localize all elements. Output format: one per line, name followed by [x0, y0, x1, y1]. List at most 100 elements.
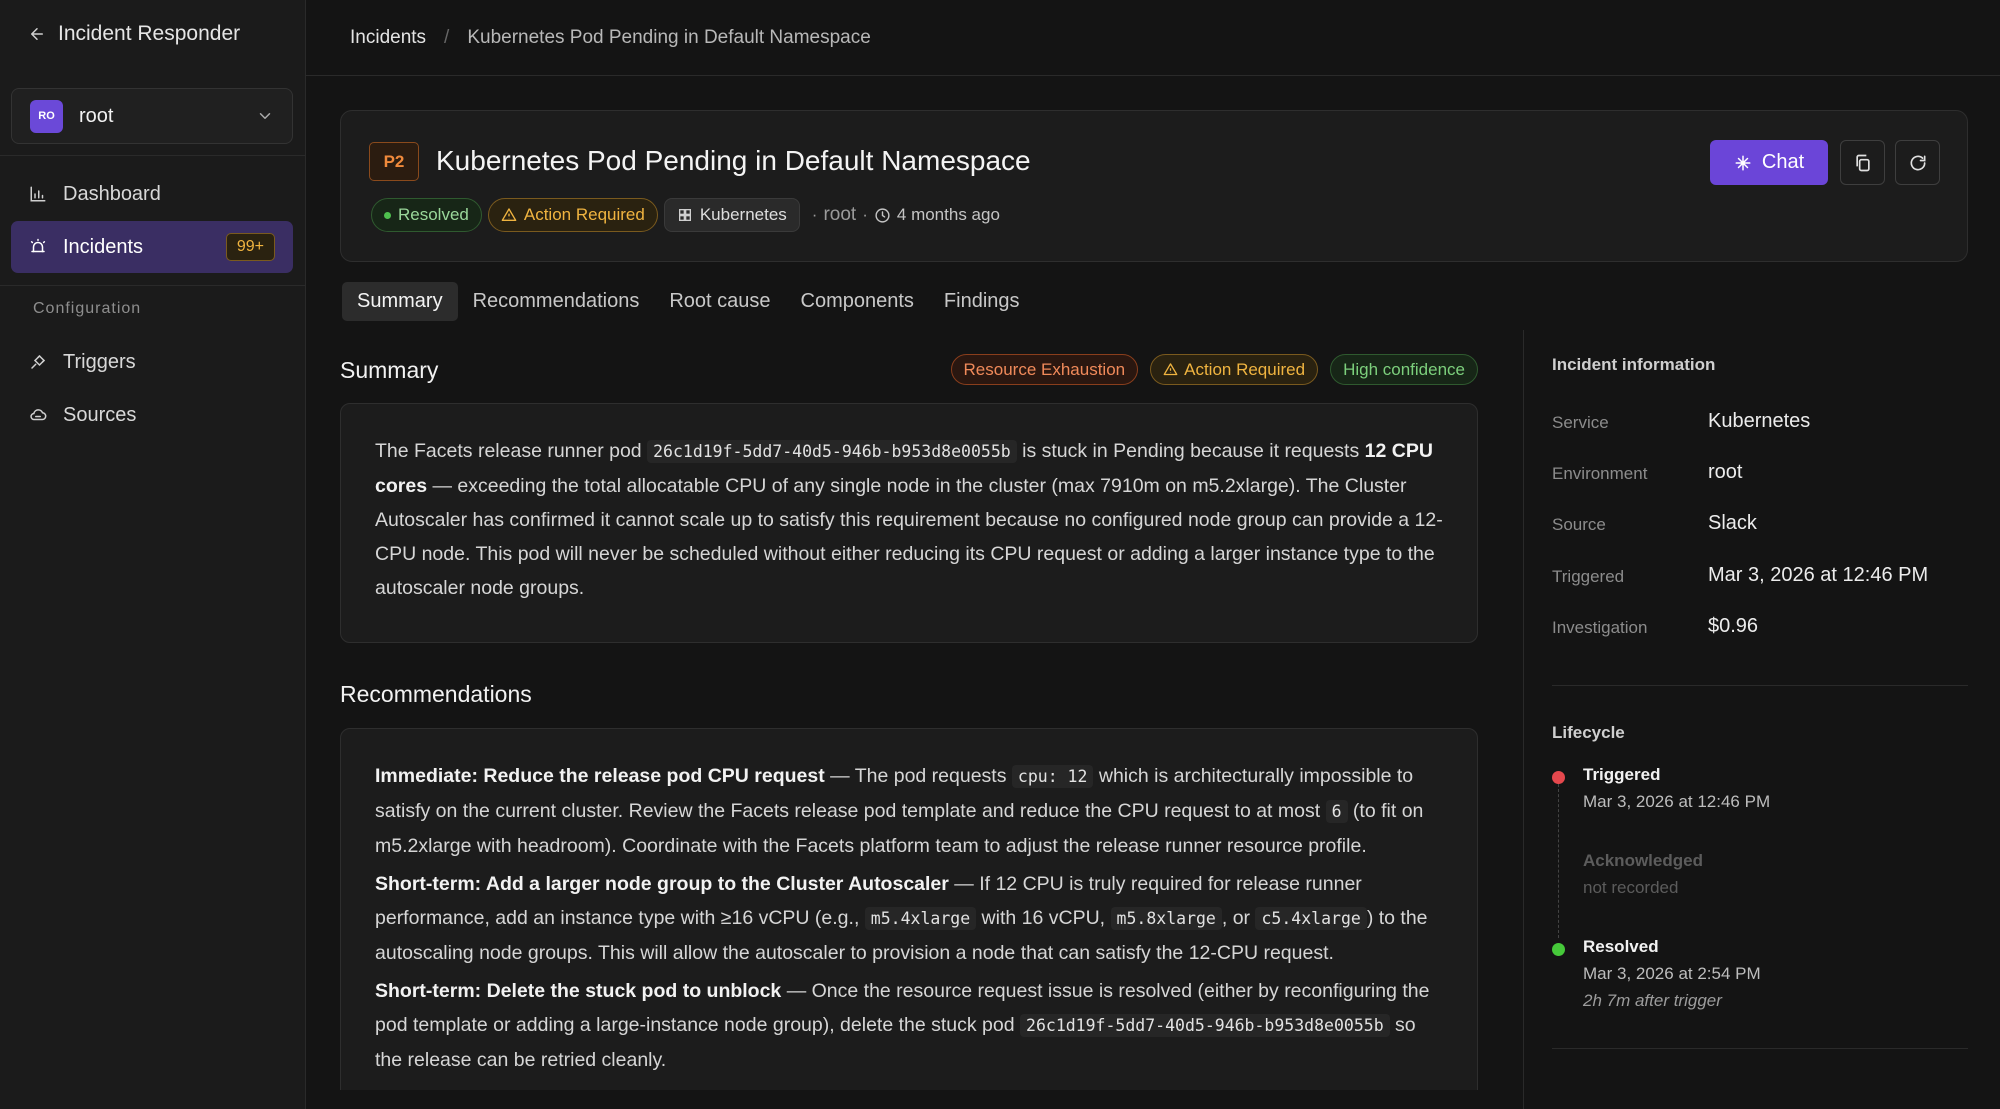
sidebar-item-dashboard[interactable]: Dashboard [11, 168, 293, 220]
chat-button[interactable]: Chat [1710, 140, 1828, 185]
info-value: $0.96 [1708, 615, 1759, 637]
recommendations-panel: Immediate: Reduce the release pod CPU re… [340, 728, 1478, 1090]
lifecycle-event-name: Acknowledged [1583, 851, 1703, 870]
recommendation-text: — The pod requests [824, 765, 1012, 787]
tab-bar: Summary Recommendations Root cause Compo… [342, 282, 1035, 321]
info-row-service: Service Kubernetes [1552, 410, 1810, 433]
info-label: Triggered [1552, 567, 1625, 586]
info-divider [1552, 685, 1968, 686]
meta-separator: · [811, 205, 818, 224]
summary-heading: Summary [340, 357, 439, 383]
priority-badge: P2 [369, 142, 419, 181]
incident-age-label: 4 months ago [896, 205, 1000, 224]
resolved-dot [1552, 943, 1565, 956]
meta-separator: · [862, 205, 868, 224]
inline-code: 26c1d19f-5dd7-40d5-946b-b953d8e0055b [1020, 1014, 1390, 1037]
back-link-label: Incident Responder [58, 22, 241, 45]
lifecycle-event-note: 2h 7m after trigger [1583, 991, 1722, 1010]
recommendation-item: Short-term: Add a larger node group to t… [375, 867, 1443, 970]
lifecycle-timeline-line [1558, 784, 1559, 938]
recommendation-title: Short-term: Delete the stuck pod to unbl… [375, 980, 782, 1002]
recommendation-title: Short-term: Add a larger node group to t… [375, 873, 949, 895]
refresh-button[interactable] [1895, 140, 1940, 185]
summary-tags: Resource Exhaustion Action Required High… [950, 354, 1478, 385]
recommendation-text: with 16 vCPU, [976, 907, 1111, 929]
inline-code: m5.4xlarge [864, 907, 977, 930]
back-link[interactable]: Incident Responder [28, 22, 240, 46]
sidebar-item-label: Incidents [63, 235, 144, 258]
service-badge[interactable]: Kubernetes [663, 198, 800, 232]
service-label: Kubernetes [699, 205, 787, 224]
copy-button[interactable] [1840, 140, 1885, 185]
status-dot [384, 211, 391, 219]
chart-icon [30, 186, 46, 202]
summary-text: The Facets release runner pod [375, 440, 648, 462]
chevron-down-icon [259, 113, 271, 119]
info-label: Source [1552, 515, 1606, 534]
inline-code: c5.4xlarge [1255, 907, 1367, 930]
sidebar-divider [0, 155, 306, 156]
pod-id-code: 26c1d19f-5dd7-40d5-946b-b953d8e0055b [647, 440, 1017, 463]
recommendations-heading: Recommendations [340, 681, 532, 707]
alarm-icon [30, 238, 46, 253]
org-selector[interactable]: RO root [11, 88, 293, 144]
info-value: Slack [1708, 512, 1757, 534]
lifecycle-event-name: Triggered [1583, 765, 1661, 784]
tab-findings[interactable]: Findings [929, 282, 1035, 321]
incident-age: 4 months ago [874, 205, 1000, 225]
incident-info-panel: Incident information Service Kubernetes … [1523, 330, 1968, 1109]
sidebar-divider [0, 285, 306, 286]
breadcrumb-incidents[interactable]: Incidents [350, 27, 426, 49]
lifecycle-event-time: not recorded [1583, 878, 1679, 897]
incident-meta: Resolved Action Required Kubernetes · ro… [371, 198, 1000, 232]
sidebar-item-triggers[interactable]: Triggers [11, 336, 293, 388]
action-required-badge: Action Required [487, 198, 658, 232]
org-name: root [79, 104, 114, 127]
warning-icon [501, 208, 517, 221]
inline-code: cpu: 12 [1011, 765, 1094, 788]
cloud-icon [30, 409, 47, 421]
tab-summary[interactable]: Summary [342, 282, 458, 321]
breadcrumb-separator: / [444, 26, 450, 48]
breadcrumb: Incidents / Kubernetes Pod Pending in De… [306, 0, 2000, 76]
incident-org: root [823, 204, 857, 225]
sidebar-item-label: Dashboard [63, 182, 161, 205]
action-required-tag-label: Action Required [1184, 359, 1306, 379]
recommendation-text: , or [1221, 907, 1256, 929]
action-required-tag: Action Required [1150, 354, 1319, 385]
sidebar-item-sources[interactable]: Sources [11, 389, 293, 441]
lifecycle-title: Lifecycle [1552, 723, 1625, 742]
tab-root-cause[interactable]: Root cause [654, 282, 785, 321]
warning-icon [1163, 363, 1178, 376]
summary-text: — exceeding the total allocatable CPU of… [375, 475, 1443, 599]
tab-recommendations[interactable]: Recommendations [458, 282, 655, 321]
recommendation-item: Short-term: Delete the stuck pod to unbl… [375, 974, 1443, 1077]
copy-icon [1855, 154, 1870, 171]
info-value: Kubernetes [1708, 410, 1811, 432]
info-value: root [1708, 461, 1743, 483]
grid-icon [678, 209, 691, 221]
info-row-investigation: Investigation $0.96 [1552, 615, 1758, 638]
sparkle-icon [1735, 155, 1751, 170]
info-label: Investigation [1552, 618, 1648, 637]
org-avatar: RO [30, 99, 63, 133]
triggered-dot [1552, 771, 1565, 784]
tab-components[interactable]: Components [786, 282, 929, 321]
info-label: Service [1552, 413, 1609, 432]
summary-text: is stuck in Pending because it requests [1016, 440, 1365, 462]
info-row-environment: Environment root [1552, 461, 1742, 484]
lifecycle-event-name: Resolved [1583, 937, 1659, 956]
status-label: Resolved [398, 205, 469, 224]
sidebar-item-incidents[interactable]: Incidents 99+ [11, 221, 293, 273]
plug-icon [31, 354, 46, 369]
confidence-tag: High confidence [1330, 354, 1478, 385]
lifecycle-event-time: Mar 3, 2026 at 2:54 PM [1583, 964, 1761, 983]
incident-header: P2 Kubernetes Pod Pending in Default Nam… [340, 110, 1968, 262]
chat-button-label: Chat [1761, 151, 1805, 173]
arrow-left-icon [31, 28, 43, 40]
clock-icon [875, 207, 890, 223]
status-badge: Resolved [371, 198, 482, 232]
sidebar-item-label: Sources [63, 403, 137, 426]
info-label: Environment [1552, 464, 1648, 483]
info-divider [1552, 1048, 1968, 1049]
